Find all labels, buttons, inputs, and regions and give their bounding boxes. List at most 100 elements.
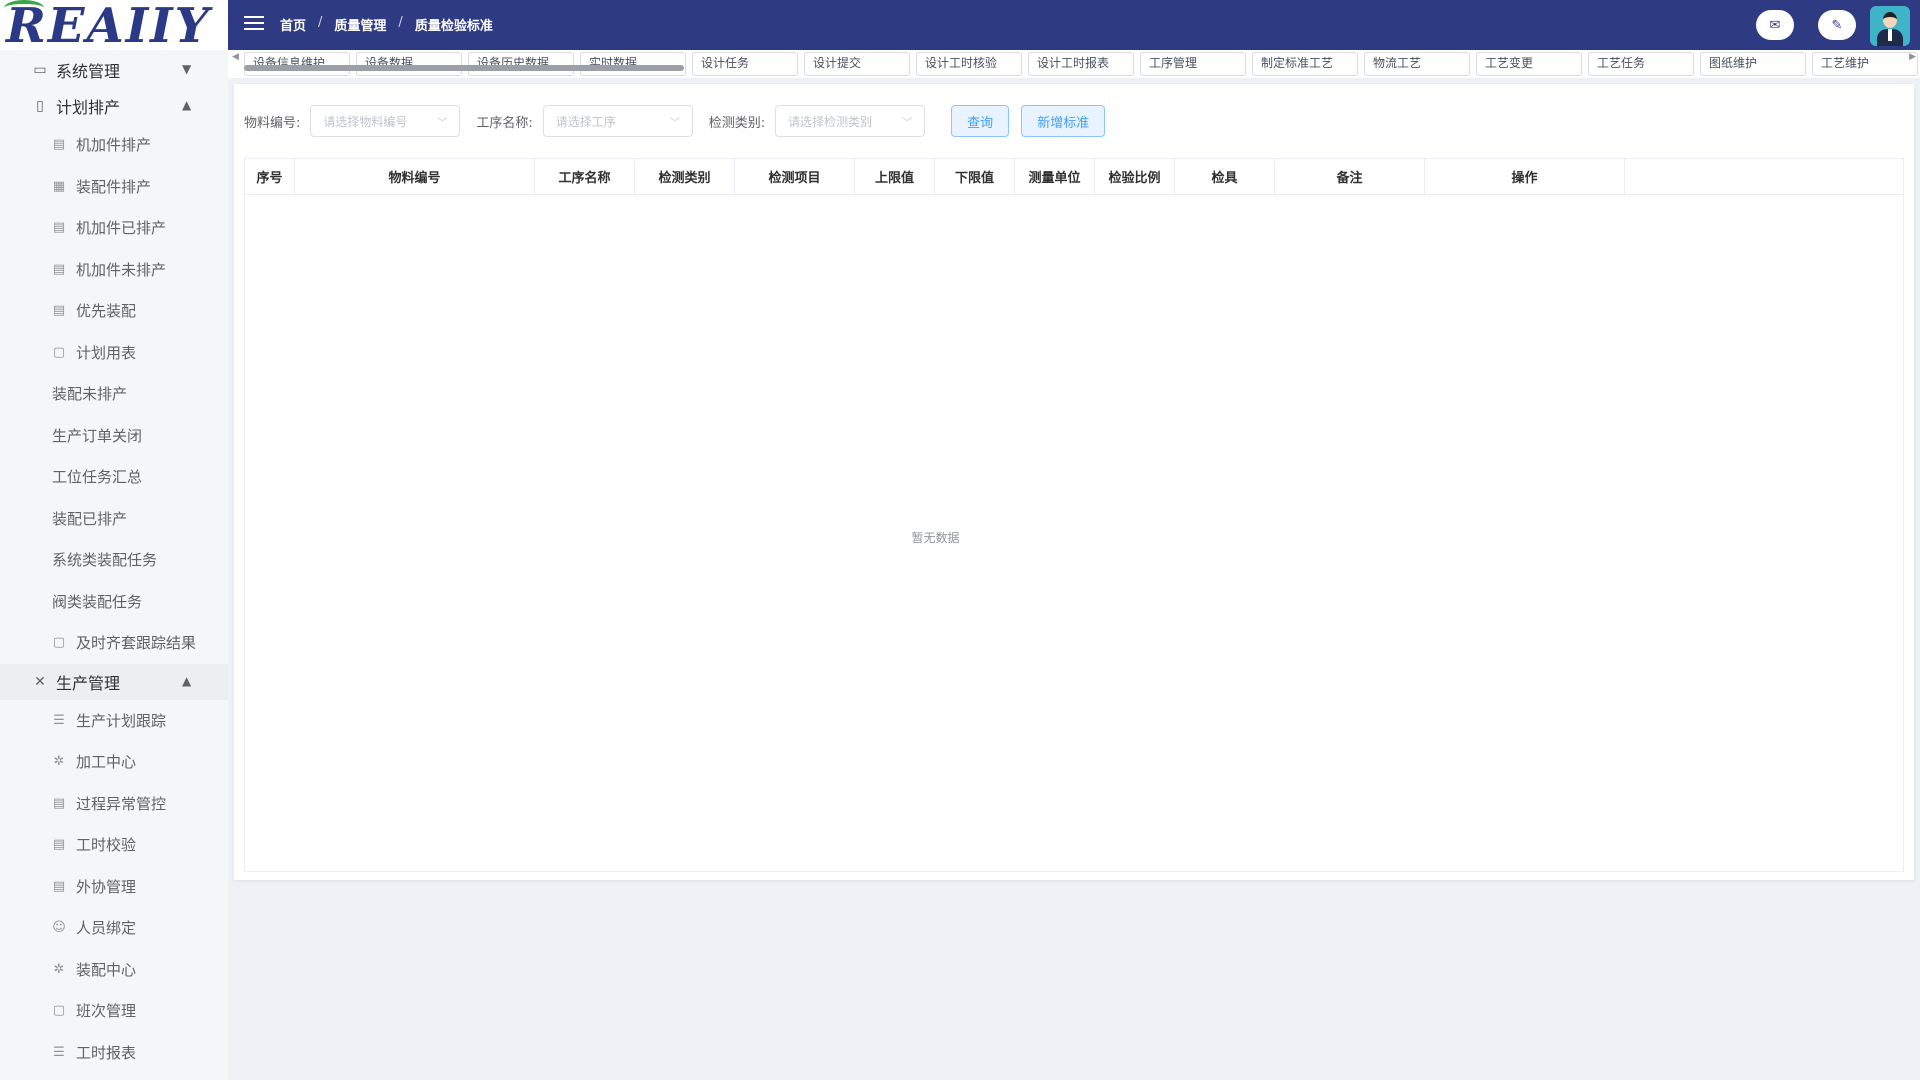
material-placeholder: 请选择物料编号 [323,114,408,129]
tab[interactable]: 制定标准工艺 [1252,52,1358,76]
column-header: 检验比例 [1095,159,1175,194]
column-header: 备注 [1275,159,1425,194]
scroll-left-icon[interactable]: ◀ [232,52,239,62]
process-select[interactable]: 请选择工序 ﹀ [542,105,693,137]
scroll-right-icon[interactable]: ▶ [1909,52,1916,62]
empty-state-text: 暂无数据 [911,531,960,545]
sidebar-item[interactable]: ▤ 机加件排产 [0,124,228,166]
file-icon: ▢ [52,1003,66,1019]
production-items-list: ☰ 生产计划跟踪 ✲ 加工中心 ▤ 过程异常管控 ▤ 工时校验 ▤ 外协管理 ☺ 人员绑定 ✲ 装配中心 ▢… [0,700,228,1074]
calendar-icon: ▦ [52,178,66,194]
sidebar-group-system[interactable]: ▭ 系统管理 ▼ [0,52,228,88]
tab-list: 设备信息维护 设备数据 设备历史数据 实时数据 设计任务 设计提交 设计工时核验 设计工时报表… [244,52,1920,76]
doc-icon: ▤ [52,837,66,853]
column-header: 检测类别 [635,159,735,194]
tools-icon: ✕ [34,673,46,690]
sidebar-item-label: 加工中心 [76,753,137,772]
breadcrumb-quality: 质量管理 [334,19,387,34]
edit-button[interactable]: ✎ [1818,10,1856,40]
sidebar-group-production[interactable]: ✕ 生产管理 ▲ [0,663,228,700]
sidebar-item-label: 计划用表 [76,343,137,362]
sidebar-item[interactable]: 工位任务汇总 [0,456,228,498]
edit-icon: ✎ [1831,17,1843,33]
sidebar-item-label: 人员绑定 [76,919,137,938]
sidebar-item-label: 装配中心 [76,960,137,979]
category-select[interactable]: 请选择检测类别 ﹀ [775,105,926,137]
sidebar-item-label: 生产计划跟踪 [76,711,167,730]
sidebar-item[interactable]: ▦ 装配件排产 [0,166,228,208]
sidebar-item[interactable]: ▤ 优先装配 [0,290,228,332]
tab[interactable]: 设备数据 [356,52,462,76]
sidebar-item[interactable]: ▤ 过程异常管控 [0,783,228,825]
sidebar-item-label: 装配件排产 [76,177,152,196]
sidebar-item-label: 工时报表 [76,1043,137,1062]
sidebar-item[interactable]: 装配未排产 [0,373,228,415]
add-standard-button[interactable]: 新增标准 [1021,105,1106,137]
sidebar-item[interactable]: 装配已排产 [0,498,228,540]
column-header: 测量单位 [1015,159,1095,194]
tab[interactable]: 实时数据 [580,52,686,76]
tab[interactable]: 工艺变更 [1476,52,1582,76]
material-select[interactable]: 请选择物料编号 ﹀ [310,105,461,137]
sidebar-item[interactable]: ▢ 及时齐套跟踪结果 [0,622,228,664]
sidebar-item-label: 装配已排产 [52,509,128,528]
list-icon: ☰ [53,712,65,728]
tab[interactable]: 设计任务 [692,52,798,76]
tab[interactable]: 设计工时核验 [916,52,1022,76]
sidebar-item[interactable]: ☺ 人员绑定 [0,907,228,949]
list-icon: ☰ [53,1044,65,1060]
sidebar-item[interactable]: ✲ 加工中心 [0,741,228,783]
menu-toggle-icon[interactable] [244,16,264,32]
gear-icon: ✲ [53,961,65,977]
breadcrumb-separator: / [398,15,403,30]
tab[interactable]: 工艺任务 [1588,52,1694,76]
column-header: 物料编号 [295,159,535,194]
sidebar-item-label: 机加件已排产 [76,219,167,238]
sidebar-item[interactable]: ▢ 班次管理 [0,990,228,1032]
tab[interactable]: 设备信息维护 [244,52,350,76]
sidebar-item[interactable]: ▤ 机加件已排产 [0,207,228,249]
chevron-down-icon: ﹀ [669,117,680,129]
sidebar-item[interactable]: 系统类装配任务 [0,539,228,581]
tab[interactable]: 工序管理 [1140,52,1246,76]
tab[interactable]: 设计工时报表 [1028,52,1134,76]
sidebar-item-label: 生产订单关闭 [52,426,143,445]
plan-items-list: ▤ 机加件排产 ▦ 装配件排产 ▤ 机加件已排产 ▤ 机加件未排产 ▤ 优先装配 ▢ 计划用表 装配未排… [0,124,228,664]
breadcrumb-home[interactable]: 首页 [280,15,306,34]
doc-icon: ▤ [52,220,66,236]
sidebar-item-label: 机加件未排产 [76,260,167,279]
sidebar-group-label: 系统管理 [56,62,121,81]
tabs-scrollbar[interactable] [244,65,684,71]
sidebar-item[interactable]: ▤ 机加件未排产 [0,249,228,291]
sidebar-item[interactable]: 阀类装配任务 [0,581,228,623]
sidebar-item[interactable]: 生产订单关闭 [0,415,228,457]
sidebar-item[interactable]: ▤ 工时校验 [0,824,228,866]
file-icon: ▢ [52,344,66,360]
tab[interactable]: 物流工艺 [1364,52,1470,76]
sidebar-item-label: 机加件排产 [76,136,152,155]
sidebar-item[interactable]: ✲ 装配中心 [0,949,228,991]
breadcrumb-current: 质量检验标准 [414,19,493,34]
sidebar-item-label: 过程异常管控 [76,794,167,813]
tab[interactable]: 设计提交 [804,52,910,76]
doc-icon: ▤ [52,261,66,277]
process-label: 工序名称: [476,115,533,131]
sidebar-item[interactable]: ☰ 工时报表 [0,1032,228,1074]
standards-table: 序号 物料编号 工序名称 检测类别 检测项目 上限值 下限值 测量单位 检验比例 检具 备注 操作 暂… [244,158,1904,872]
sidebar-item-label: 外协管理 [76,877,137,896]
caret-up-icon: ▲ [182,673,192,688]
sidebar-group-plan[interactable]: ▯ 计划排产 ▲ [0,88,228,124]
sidebar-item[interactable]: ☰ 生产计划跟踪 [0,700,228,742]
sidebar-item[interactable]: ▢ 计划用表 [0,332,228,374]
tab[interactable]: 图纸维护 [1700,52,1806,76]
mail-button[interactable]: ✉ [1756,10,1794,40]
user-avatar[interactable] [1870,6,1910,46]
sidebar-item-label: 班次管理 [76,1002,137,1021]
tab[interactable]: 设备历史数据 [468,52,574,76]
sidebar-item-label: 工时校验 [76,836,137,855]
table-header: 序号 物料编号 工序名称 检测类别 检测项目 上限值 下限值 测量单位 检验比例 检具 备注 操作 [245,159,1903,195]
sidebar-item[interactable]: ▤ 外协管理 [0,866,228,908]
query-button[interactable]: 查询 [951,105,1010,137]
column-header: 检具 [1175,159,1275,194]
tab[interactable]: 工艺维护 [1812,52,1918,76]
